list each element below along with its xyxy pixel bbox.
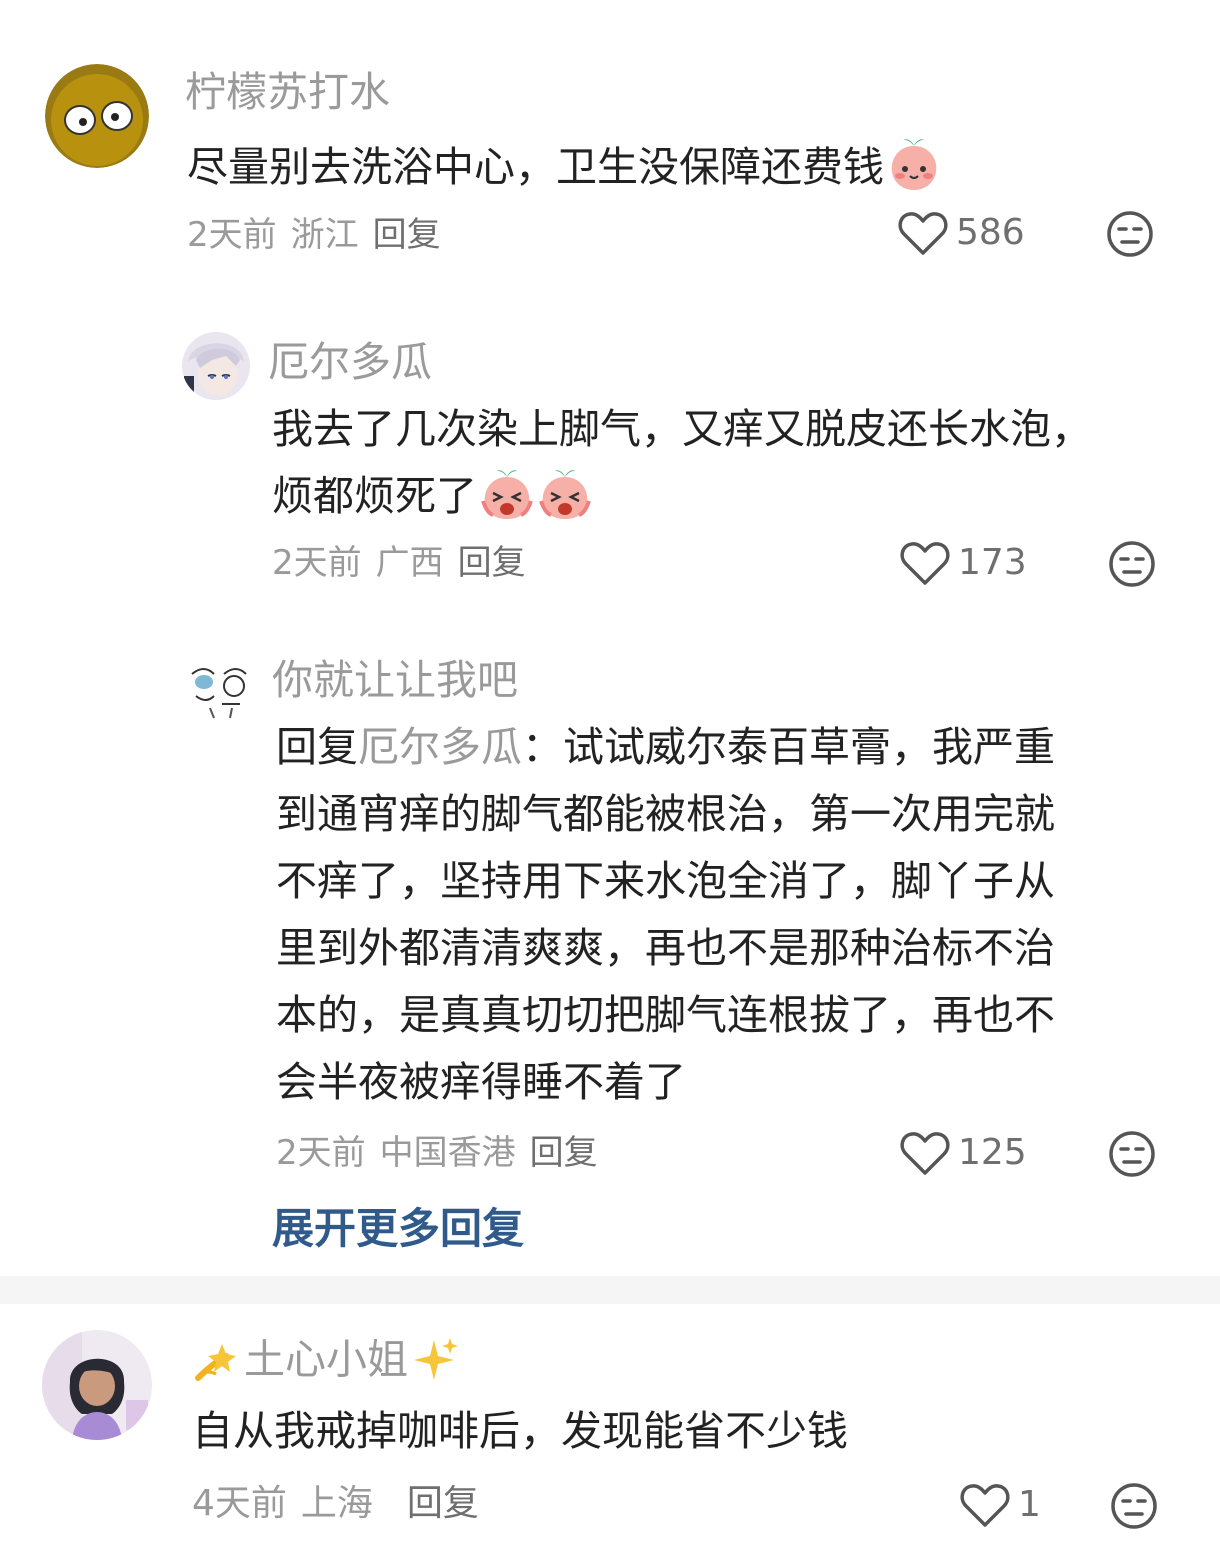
reply-button[interactable]: 回复 xyxy=(373,215,441,255)
mention-link[interactable]: 厄尔多瓜 xyxy=(358,723,522,771)
peach-smile-icon xyxy=(891,139,937,190)
comment-meta: 2天前 浙江 回复 xyxy=(187,218,455,252)
comment-time: 4天前 xyxy=(192,1483,287,1524)
reply-prefix: 回复 xyxy=(276,723,358,771)
comment-text-line: 烦都烦死了 xyxy=(272,472,477,520)
like-count: 173 xyxy=(958,542,1027,583)
comment-time: 2天前 xyxy=(276,1133,366,1173)
comment-time: 2天前 xyxy=(187,215,277,255)
comment-meta: 2天前 广西 回复 xyxy=(272,546,540,580)
heart-icon xyxy=(898,212,948,255)
comment-text-line-wrap: 烦都烦死了 xyxy=(272,463,1092,530)
sketch-cartoon-avatar-icon xyxy=(184,652,254,722)
comment-location: 广西 xyxy=(375,543,444,583)
dizzy-icon xyxy=(195,1344,236,1381)
like-count: 125 xyxy=(958,1132,1027,1173)
comment-text-line: 会半夜被痒得睡不着了 xyxy=(276,1058,686,1106)
avatar-anime[interactable] xyxy=(182,332,250,400)
comment-text-line: 我去了几次染上脚气，又痒又脱皮还长水泡， xyxy=(272,405,1092,453)
comment-text-line: 本的，是真真切切把脚气连根拔了，再也不 xyxy=(276,991,1055,1039)
peach-crying-icon xyxy=(481,470,533,519)
heart-icon xyxy=(960,1484,1010,1527)
comment-text: 尽量别去洗浴中心，卫生没保障还费钱 xyxy=(187,134,942,201)
comment-text-line-first: 回复厄尔多瓜：试试威尔泰百草膏，我严重 xyxy=(276,714,1055,781)
comment-text-line: 到通宵痒的脚气都能被根治，第一次用完就 xyxy=(276,790,1055,838)
username[interactable]: 土心小姐 xyxy=(244,1336,408,1384)
comment-text-line: 不痒了，坚持用下来水泡全消了，脚丫子从 xyxy=(276,857,1055,905)
comment-text-body: 尽量别去洗浴中心，卫生没保障还费钱 xyxy=(187,143,884,191)
heart-icon xyxy=(900,542,950,585)
meh-face-icon[interactable] xyxy=(1110,1482,1158,1530)
comment-text: 回复厄尔多瓜：试试威尔泰百草膏，我严重 到通宵痒的脚气都能被根治，第一次用完就 … xyxy=(276,714,1055,1116)
reply-button[interactable]: 回复 xyxy=(407,1483,479,1524)
heart-icon xyxy=(900,1132,950,1175)
like-button[interactable]: 586 xyxy=(898,210,1025,256)
comment-text: 我去了几次染上脚气，又痒又脱皮还长水泡， 烦都烦死了 xyxy=(272,396,1092,530)
section-divider xyxy=(0,1276,1220,1304)
comment-text-line: ：试试威尔泰百草膏，我严重 xyxy=(522,723,1055,771)
comment-meta: 2天前 中国香港 回复 xyxy=(276,1136,612,1170)
comment-location: 中国香港 xyxy=(379,1133,516,1173)
like-button[interactable]: 1 xyxy=(960,1482,1041,1528)
username[interactable]: 柠檬苏打水 xyxy=(185,72,390,113)
reply-button[interactable]: 回复 xyxy=(530,1133,598,1173)
comment-location: 浙江 xyxy=(290,215,359,255)
username[interactable]: 你就让让我吧 xyxy=(272,660,518,701)
reply-button[interactable]: 回复 xyxy=(458,543,526,583)
avatar-plant-zombie[interactable] xyxy=(45,64,149,168)
comment-text-line: 里到外都清清爽爽，再也不是那种治标不治 xyxy=(276,924,1055,972)
comment-time: 2天前 xyxy=(272,543,362,583)
meh-face-icon[interactable] xyxy=(1108,1130,1156,1178)
sparkles-icon xyxy=(414,1338,458,1380)
comment-location: 上海 xyxy=(300,1483,373,1524)
avatar-girl[interactable] xyxy=(42,1330,152,1440)
avatar-sketch[interactable] xyxy=(184,652,254,722)
like-count: 1 xyxy=(1018,1484,1041,1525)
comment-text: 自从我戒掉咖啡后，发现能省不少钱 xyxy=(192,1407,848,1455)
plant-zombie-avatar-icon xyxy=(45,64,149,168)
anime-white-hair-avatar-icon xyxy=(182,332,250,400)
meh-face-icon[interactable] xyxy=(1108,540,1156,588)
like-button[interactable]: 125 xyxy=(900,1130,1027,1176)
girl-illustration-avatar-icon xyxy=(42,1330,152,1440)
username[interactable]: 厄尔多瓜 xyxy=(268,342,432,383)
like-count: 586 xyxy=(956,212,1025,253)
meh-face-icon[interactable] xyxy=(1106,210,1154,258)
username-row: 土心小姐 xyxy=(192,1334,460,1386)
comment-meta: 4天前 上海 回复 xyxy=(192,1486,493,1522)
peach-crying-icon xyxy=(539,470,591,519)
expand-more-replies-button[interactable]: 展开更多回复 xyxy=(272,1208,524,1250)
like-button[interactable]: 173 xyxy=(900,540,1027,586)
